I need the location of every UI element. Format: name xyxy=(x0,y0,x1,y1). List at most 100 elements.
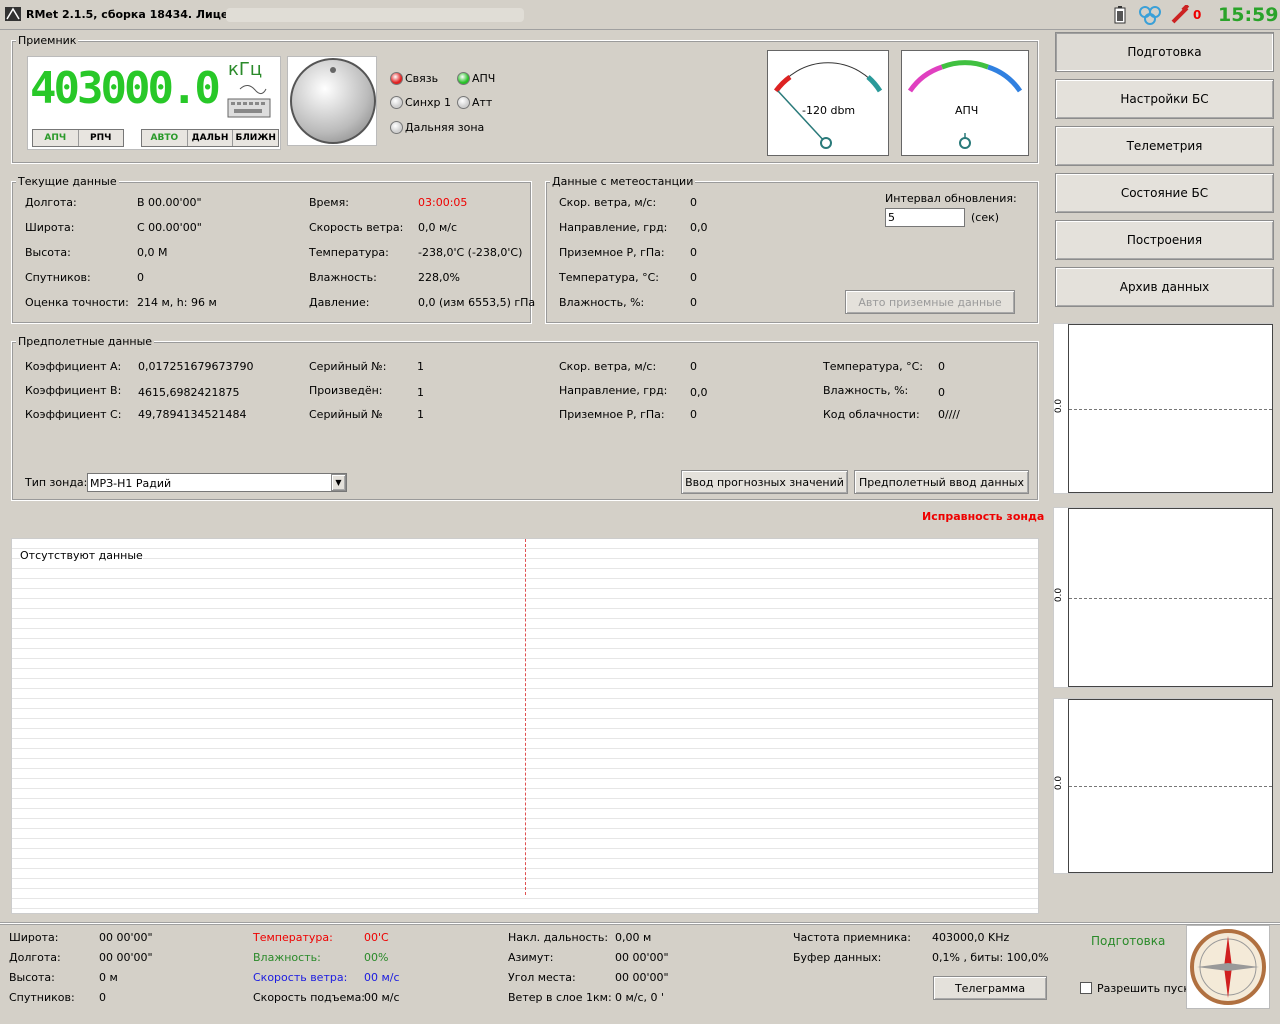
meteo-key: Скор. ветра, м/с: xyxy=(559,196,657,209)
app-logo-icon xyxy=(5,7,21,21)
current-value: 0,0 м/с xyxy=(418,221,458,234)
bottom-key: Температура: xyxy=(253,931,333,944)
preflight-key: Температура, °С: xyxy=(823,360,923,373)
preflight-key: Серийный №: xyxy=(309,360,387,373)
preflight-input-button[interactable]: Предполетный ввод данных xyxy=(854,470,1029,494)
title-bar: RMet 2.1.5, сборка 18434. Лицензи 0 15:5… xyxy=(0,0,1280,30)
mode-status: Подготовка xyxy=(1091,934,1166,948)
mode-rpch[interactable]: РПЧ xyxy=(79,130,124,146)
interval-unit: (сек) xyxy=(971,211,1000,224)
current-key: Широта: xyxy=(25,221,75,234)
bottom-value: 00'С xyxy=(364,931,389,944)
current-value: С 00.00'00" xyxy=(137,221,202,234)
current-value: 03:00:05 xyxy=(418,196,468,209)
preflight-key: Коэффициент А: xyxy=(25,360,122,373)
dropdown-arrow-icon[interactable]: ▼ xyxy=(331,474,346,491)
meteo-value: 0,0 xyxy=(690,221,708,234)
interval-input[interactable] xyxy=(885,208,965,227)
title-blur xyxy=(226,8,524,22)
bottom-value: 0,1% , биты: 100,0% xyxy=(932,951,1049,964)
indicator-led xyxy=(390,72,403,85)
bottom-value: 0,00 м xyxy=(615,931,652,944)
current-key: Давление: xyxy=(309,296,370,309)
mini-plot[interactable] xyxy=(1068,508,1273,687)
sidebar-button[interactable]: Состояние БС xyxy=(1055,173,1274,213)
bottom-value: 0 м xyxy=(99,971,118,984)
clock: 15:59 xyxy=(1218,4,1279,26)
preflight-value: 4615,6982421875 xyxy=(138,386,240,399)
current-key: Скорость ветра: xyxy=(309,221,404,234)
mini-plot-axis-label: 0.0 xyxy=(1054,775,1065,791)
apch-meter-label: АПЧ xyxy=(955,104,979,117)
bottom-key: Спутников: xyxy=(9,991,75,1004)
indicator-led xyxy=(457,96,470,109)
preflight-value: 0 xyxy=(690,360,697,373)
keyboard-icon[interactable] xyxy=(226,83,272,119)
receiver-title: Приемник xyxy=(16,34,79,47)
current-key: Высота: xyxy=(25,246,71,259)
battery-icon xyxy=(1114,6,1126,24)
sidebar-button[interactable]: Телеметрия xyxy=(1055,126,1274,166)
forecast-input-button[interactable]: Ввод прогнозных значений xyxy=(681,470,848,494)
preflight-value: 0,0 xyxy=(690,386,708,399)
frequency-panel: 403000.0 кГц АПЧ РПЧ АВТО ДАЛЬН БЛИЖН xyxy=(27,56,281,150)
allow-launch-checkbox[interactable] xyxy=(1080,982,1092,994)
preflight-value: 0 xyxy=(938,386,945,399)
mode-apch[interactable]: АПЧ xyxy=(33,130,79,146)
tuning-knob[interactable] xyxy=(287,56,377,146)
meteo-title: Данные с метеостанции xyxy=(550,175,696,188)
sidebar-button[interactable]: Архив данных xyxy=(1055,267,1274,307)
interval-label: Интервал обновления: xyxy=(885,192,1017,205)
mini-plot-axis-label: 0.0 xyxy=(1054,398,1065,414)
bottom-value: 403000,0 KHz xyxy=(932,931,1010,944)
bottom-key: Частота приемника: xyxy=(793,931,911,944)
probe-type-value: МРЗ-Н1 Радий xyxy=(90,477,172,490)
signal-meter-label: -120 dbm xyxy=(802,104,856,117)
satellite-icon xyxy=(1171,5,1190,24)
meteo-value: 0 xyxy=(690,246,697,259)
mini-plot[interactable] xyxy=(1068,699,1273,873)
bottom-key: Азимут: xyxy=(508,951,554,964)
bottom-value: 00% xyxy=(364,951,389,964)
meteo-key: Приземное Р, гПа: xyxy=(559,246,665,259)
preflight-key: Направление, грд: xyxy=(559,384,668,397)
preflight-key: Серийный № xyxy=(309,408,383,421)
preflight-value: 49,7894134521484 xyxy=(138,408,247,421)
bottom-value: 00 00'00" xyxy=(615,971,669,984)
mode-far[interactable]: ДАЛЬН xyxy=(188,130,234,146)
mode-toggle-2: АВТО ДАЛЬН БЛИЖН xyxy=(141,129,279,147)
probe-type-select[interactable]: МРЗ-Н1 Радий ▼ xyxy=(87,473,347,492)
meteo-key: Направление, грд: xyxy=(559,221,668,234)
mini-plot[interactable] xyxy=(1068,324,1273,493)
sidebar-button[interactable]: Построения xyxy=(1055,220,1274,260)
bottom-value: 0 м/с, 0 ' xyxy=(615,991,665,1004)
preflight-value: 0 xyxy=(938,360,945,373)
sidebar-button[interactable]: Подготовка xyxy=(1055,32,1274,72)
apch-meter: АПЧ xyxy=(901,50,1029,156)
sidebar-button[interactable]: Настройки БС xyxy=(1055,79,1274,119)
bottom-key: Скорость ветра: xyxy=(253,971,348,984)
current-key: Время: xyxy=(309,196,349,209)
auto-ground-data-button[interactable]: Авто приземные данные xyxy=(845,290,1015,314)
frequency-display[interactable]: 403000.0 xyxy=(30,63,221,114)
main-plot[interactable]: Отсутствуют данные xyxy=(11,538,1039,914)
indicator-led xyxy=(390,96,403,109)
current-key: Температура: xyxy=(309,246,389,259)
bottom-value: 00 00'00" xyxy=(99,951,153,964)
current-data-title: Текущие данные xyxy=(16,175,119,188)
current-key: Оценка точности: xyxy=(25,296,129,309)
bottom-value: 00 00'00" xyxy=(615,951,669,964)
mode-near[interactable]: БЛИЖН xyxy=(233,130,278,146)
mode-auto[interactable]: АВТО xyxy=(142,130,188,146)
satellite-count: 0 xyxy=(1193,8,1202,22)
indicator-label: Дальняя зона xyxy=(405,121,485,134)
meteo-value: 0 xyxy=(690,196,697,209)
indicator-label: Атт xyxy=(472,96,493,109)
meteo-value: 0 xyxy=(690,271,697,284)
bottom-value: 0 xyxy=(99,991,106,1004)
telegram-button[interactable]: Телеграмма xyxy=(933,976,1047,1000)
preflight-key: Скор. ветра, м/с: xyxy=(559,360,657,373)
meteo-value: 0 xyxy=(690,296,697,309)
bottom-value: 00 00'00" xyxy=(99,931,153,944)
preflight-value: 0 xyxy=(690,408,697,421)
